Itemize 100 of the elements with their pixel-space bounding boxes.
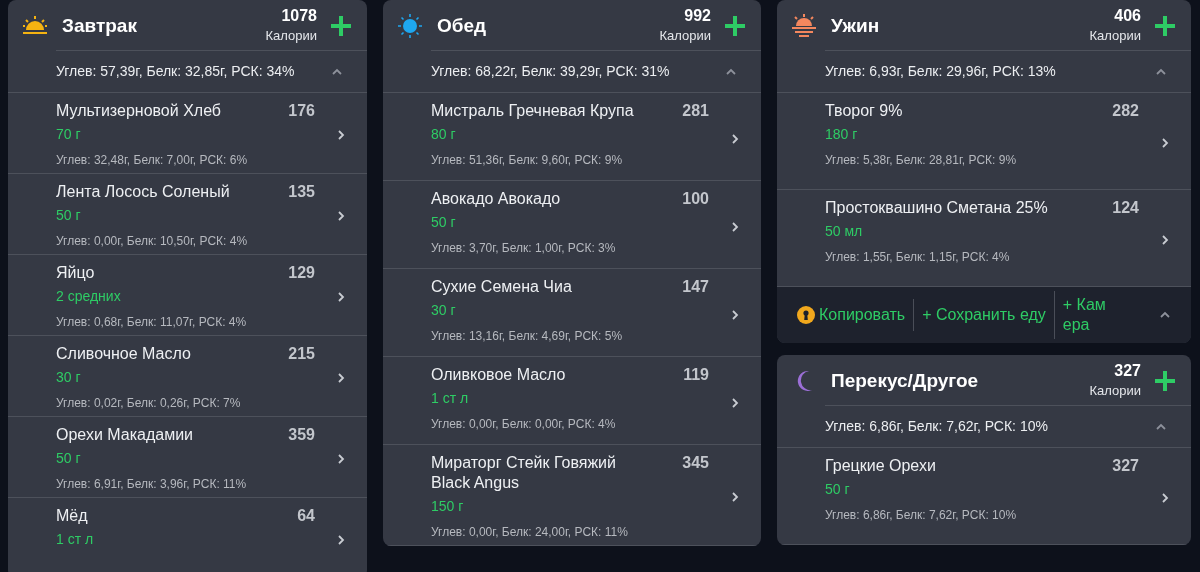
plus-icon <box>1153 14 1177 38</box>
calorie-total: 992 <box>684 6 711 26</box>
food-amount: 180 г <box>825 125 859 144</box>
chevron-right-icon <box>335 129 347 141</box>
food-row[interactable]: Оливковое Масло 119 1 ст л Углев: 0,00г, Белк: 0,00г, РСК: 4% <box>383 357 761 445</box>
food-row[interactable]: Авокадо Авокадо 100 50 г Углев: 3,70г, Белк: 1,00г, РСК: 3% <box>383 181 761 269</box>
food-summary: Углев: 1,55г, Белк: 1,15г, РСК: 4% <box>825 249 1011 266</box>
food-row[interactable]: Грецкие Орехи 327 50 г Углев: 6,86г, Белк: 7,62г, РСК: 10% <box>777 448 1191 545</box>
meal-summary: Углев: 68,22г, Белк: 39,29г, РСК: 31% <box>431 62 671 81</box>
food-calories: 147 <box>682 277 709 297</box>
food-calories: 176 <box>288 101 315 121</box>
meal-title: Обед <box>437 13 488 38</box>
food-row[interactable]: Мультизерновой Хлеб 176 70 г Углев: 32,48г, Белк: 7,00г, РСК: 6% <box>8 93 367 174</box>
food-row[interactable]: Мираторг Стейк Говяжий Black Angus 345 150 г Углев: 0,00г, Белк: 24,00г, РСК: 11% <box>383 445 761 546</box>
plus-icon <box>723 14 747 38</box>
food-row[interactable]: Мёд 64 1 ст л <box>8 498 367 572</box>
food-summary: Углев: 0,02г, Белк: 0,26г, РСК: 7% <box>56 395 242 412</box>
food-calories: 119 <box>683 365 709 385</box>
food-name: Грецкие Орехи <box>825 456 937 476</box>
food-summary: Углев: 32,48г, Белк: 7,00г, РСК: 6% <box>56 152 249 169</box>
chevron-right-icon <box>335 291 347 303</box>
food-row[interactable]: Сухие Семена Чиа 147 30 г Углев: 13,16г, Белк: 4,69г, РСК: 5% <box>383 269 761 357</box>
copy-button[interactable]: Копировать <box>789 299 914 331</box>
calorie-label: Калории <box>265 27 317 45</box>
sun-icon <box>397 13 423 39</box>
meal-title: Перекус/Другое <box>831 368 980 393</box>
food-row[interactable]: Мистраль Гречневая Крупа 281 80 г Углев: 51,36г, Белк: 9,60г, РСК: 9% <box>383 93 761 181</box>
chevron-right-icon <box>729 396 741 409</box>
food-amount: 50 г <box>825 480 851 499</box>
camera-button[interactable]: + Камера <box>1053 291 1115 339</box>
meal-title: Завтрак <box>62 13 138 38</box>
plus-icon <box>329 14 353 38</box>
food-row[interactable]: Яйцо 129 2 средних Углев: 0,68г, Белк: 11,07г, РСК: 4% <box>8 255 367 336</box>
chevron-right-icon <box>729 491 741 503</box>
food-amount: 150 г <box>431 497 465 516</box>
meal-summary: Углев: 57,39г, Белк: 32,85г, РСК: 34% <box>56 62 296 81</box>
calorie-label: Калории <box>1089 27 1141 45</box>
calorie-label: Калории <box>659 27 711 45</box>
food-amount: 30 г <box>431 301 457 320</box>
calorie-label: Калории <box>1089 382 1141 400</box>
food-calories: 135 <box>288 182 315 202</box>
food-summary: Углев: 13,16г, Белк: 4,69г, РСК: 5% <box>431 328 624 345</box>
meal-summary: Углев: 6,86г, Белк: 7,62г, РСК: 10% <box>825 417 1049 436</box>
food-amount: 30 г <box>56 368 82 387</box>
food-amount: 1 ст л <box>431 389 470 408</box>
food-calories: 327 <box>1112 456 1139 476</box>
food-amount: 50 г <box>56 206 82 225</box>
food-name: Орехи Макадамии <box>56 425 195 445</box>
food-name: Сухие Семена Чиа <box>431 277 573 297</box>
food-summary: Углев: 5,38г, Белк: 28,81г, РСК: 9% <box>825 152 1018 169</box>
save-food-button[interactable]: + Сохранить еду <box>913 299 1054 331</box>
calorie-total: 1078 <box>281 6 317 26</box>
food-name: Сливочное Масло <box>56 344 192 364</box>
food-name: Яйцо <box>56 263 96 283</box>
food-calories: 359 <box>288 425 315 445</box>
chevron-right-icon <box>335 453 347 465</box>
food-name: Творог 9% <box>825 101 904 121</box>
plus-icon <box>1153 369 1177 393</box>
food-row[interactable]: Орехи Макадамии 359 50 г Углев: 6,91г, Белк: 3,96г, РСК: 11% <box>8 417 367 498</box>
food-amount: 80 г <box>431 125 457 144</box>
chevron-right-icon <box>1159 137 1171 149</box>
food-name: Мираторг Стейк Говяжий Black Angus <box>431 453 617 493</box>
calorie-total: 406 <box>1114 6 1141 26</box>
food-amount: 70 г <box>56 125 82 144</box>
food-name: Оливковое Масло <box>431 365 567 385</box>
food-summary: Углев: 6,91г, Белк: 3,96г, РСК: 11% <box>56 476 248 493</box>
food-amount: 50 г <box>56 449 82 468</box>
food-calories: 124 <box>1112 198 1139 218</box>
food-name: Простоквашино Сметана 25% <box>825 198 1049 218</box>
food-name: Мультизерновой Хлеб <box>56 101 223 121</box>
food-summary: Углев: 0,68г, Белк: 11,07г, РСК: 4% <box>56 314 248 331</box>
chevron-right-icon <box>335 210 347 222</box>
food-calories: 100 <box>682 189 709 209</box>
chevron-right-icon <box>1159 234 1171 246</box>
food-row[interactable]: Творог 9% 282 180 г Углев: 5,38г, Белк: 28,81г, РСК: 9% <box>777 93 1191 190</box>
food-amount: 50 мл <box>825 222 864 241</box>
meal-title: Ужин <box>831 13 881 38</box>
sunset-icon <box>790 13 818 39</box>
chevron-right-icon <box>1159 492 1171 504</box>
food-amount: 1 ст л <box>56 530 95 549</box>
food-row[interactable]: Сливочное Масло 215 30 г Углев: 0,02г, Белк: 0,26г, РСК: 7% <box>8 336 367 417</box>
food-name: Авокадо Авокадо <box>431 189 562 209</box>
meal-summary: Углев: 6,93г, Белк: 29,96г, РСК: 13% <box>825 62 1057 81</box>
food-name: Мистраль Гречневая Крупа <box>431 101 635 121</box>
food-row[interactable]: Лента Лосось Соленый 135 50 г Углев: 0,00г, Белк: 10,50г, РСК: 4% <box>8 174 367 255</box>
chevron-right-icon <box>335 533 347 546</box>
food-name: Мёд <box>56 506 89 526</box>
sunrise-icon <box>22 15 48 37</box>
chevron-right-icon <box>335 372 347 384</box>
food-amount: 50 г <box>431 213 457 232</box>
food-summary: Углев: 51,36г, Белк: 9,60г, РСК: 9% <box>431 152 624 169</box>
food-calories: 64 <box>297 506 315 526</box>
keyhole-icon <box>797 306 815 324</box>
food-summary: Углев: 0,00г, Белк: 0,00г, РСК: 4% <box>431 416 617 433</box>
calorie-total: 327 <box>1114 361 1141 381</box>
food-amount: 2 средних <box>56 287 122 306</box>
food-summary: Углев: 0,00г, Белк: 10,50г, РСК: 4% <box>56 233 249 250</box>
food-calories: 215 <box>288 344 315 364</box>
food-summary: Углев: 3,70г, Белк: 1,00г, РСК: 3% <box>431 240 617 257</box>
food-calories: 282 <box>1112 101 1139 121</box>
